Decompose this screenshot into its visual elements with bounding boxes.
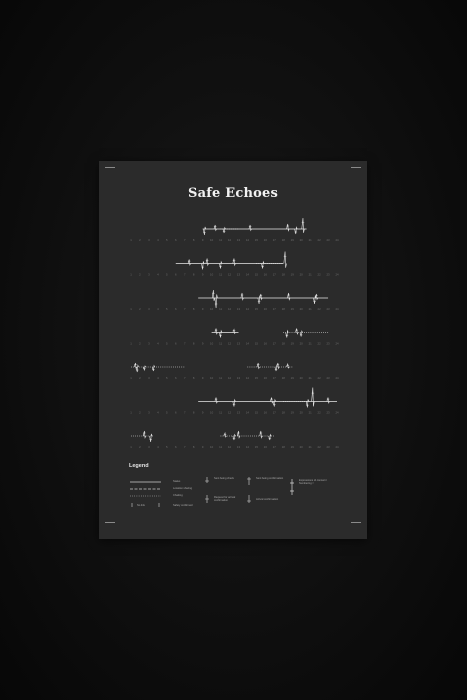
legend-check-spike bbox=[205, 477, 209, 483]
legend-label-request: Request for arrival confirmation bbox=[214, 496, 236, 502]
legend-label-status: Status bbox=[173, 480, 181, 483]
legend-label-sent-check: Sent being check bbox=[214, 477, 234, 480]
legend-concern-spike bbox=[290, 479, 294, 495]
legend-label-chatting: Chatting bbox=[173, 494, 183, 497]
legend-label-location: Location sharing bbox=[173, 487, 193, 490]
legend-request-spike bbox=[205, 495, 209, 503]
legend-label-sent-confirm: Sent being confirmation bbox=[256, 477, 284, 480]
legend-label-safety: Safety confirmed bbox=[173, 504, 193, 507]
legend-label-arrival: Arrival confirmation bbox=[256, 498, 279, 501]
legend-label-nolink: No link bbox=[137, 504, 145, 507]
poster: Safe Echoes 1 2 3 4 5 6 7 8 9 10 11 12 13 14 15 16 17 18 1… bbox=[99, 161, 367, 539]
legend-confirm-spike bbox=[247, 477, 251, 485]
legend-arrival-spike bbox=[247, 495, 251, 503]
legend-label-concern: Expressions of concern/ Numbering ≈ bbox=[299, 479, 327, 485]
